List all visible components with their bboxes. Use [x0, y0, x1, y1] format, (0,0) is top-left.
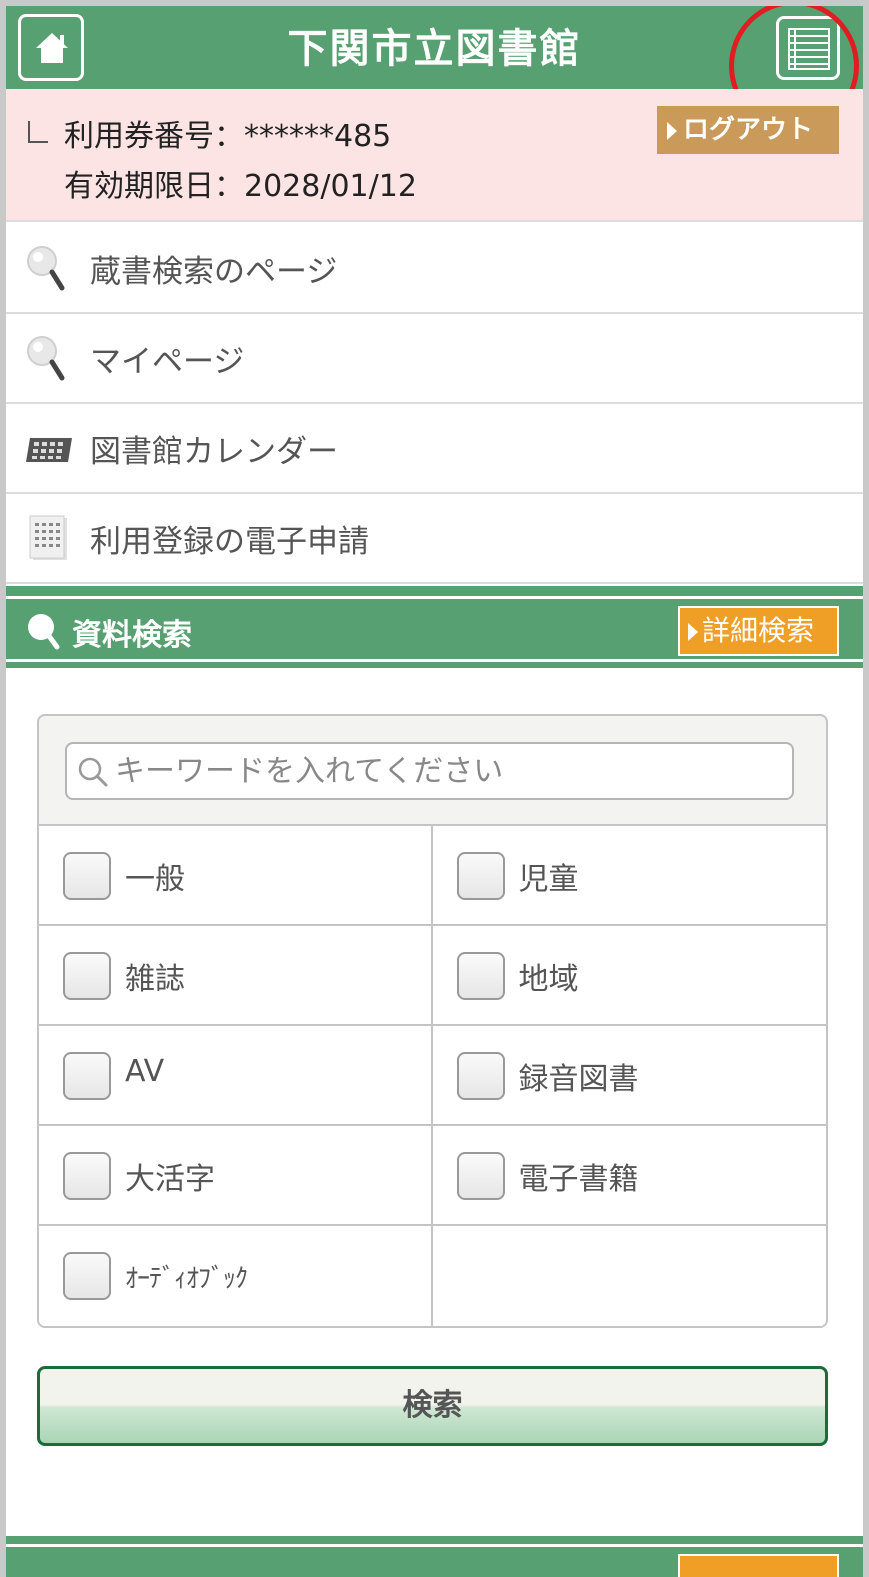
triangle-right-icon	[688, 623, 698, 641]
page-title: 下関市立図書館	[287, 26, 582, 72]
category-magazine[interactable]: 雑誌	[39, 926, 433, 1024]
nav-item-mypage[interactable]: マイページ	[6, 314, 863, 404]
app-frame: 下関市立図書館 利用券番号：******485 有効期限日：2028/01/12…	[6, 6, 863, 1577]
user-info-panel: 利用券番号：******485 有効期限日：2028/01/12 ログアウト	[6, 89, 863, 222]
category-audiobook[interactable]: ｵｰﾃﾞｨｵﾌﾞｯｸ	[39, 1226, 433, 1326]
expiry-date: 有効期限日：2028/01/12	[64, 169, 417, 204]
checkbox[interactable]	[63, 952, 111, 1000]
nav-label: 蔵書検索のページ	[90, 254, 338, 290]
advanced-search-label: 詳細検索	[702, 614, 815, 647]
category-label: 一般	[125, 862, 185, 897]
empty-cell	[433, 1226, 827, 1326]
category-label: 雑誌	[125, 962, 185, 997]
magnifier-icon	[28, 614, 60, 650]
nav-item-calendar[interactable]: 図書館カレンダー	[6, 404, 863, 494]
checkbox[interactable]	[63, 1152, 111, 1200]
category-row: AV 録音図書	[39, 1026, 826, 1126]
nav-item-catalog-search[interactable]: 蔵書検索のページ	[6, 224, 863, 314]
search-form: 一般 児童 雑誌 地域 AV	[37, 714, 828, 1328]
logout-button[interactable]: ログアウト	[657, 106, 839, 154]
checkbox[interactable]	[456, 852, 505, 900]
category-label: AV	[125, 1054, 165, 1089]
checkbox[interactable]	[63, 1052, 111, 1100]
form-icon	[29, 515, 67, 560]
category-av[interactable]: AV	[39, 1026, 433, 1124]
advanced-search-button[interactable]: 詳細検索	[678, 606, 839, 656]
checkbox[interactable]	[63, 852, 111, 900]
category-label: 地域	[518, 962, 579, 997]
checkbox[interactable]	[63, 1252, 111, 1300]
nav-item-e-application[interactable]: 利用登録の電子申請	[6, 494, 863, 584]
corner-mark	[28, 121, 48, 143]
search-submit-button[interactable]: 検索	[37, 1366, 828, 1446]
category-large-print[interactable]: 大活字	[39, 1126, 433, 1224]
magnifier-icon	[27, 336, 65, 381]
menu-button[interactable]	[776, 16, 840, 80]
category-row: 一般 児童	[39, 826, 826, 926]
search-icon	[78, 757, 108, 787]
nav-label: 図書館カレンダー	[90, 434, 338, 470]
section-title: 資料検索	[72, 618, 192, 653]
triangle-right-icon	[667, 121, 677, 140]
magnifier-icon	[27, 246, 65, 291]
category-label: 児童	[518, 862, 579, 897]
card-number: 利用券番号：******485	[64, 119, 392, 154]
category-local[interactable]: 地域	[433, 926, 827, 1024]
category-label: 録音図書	[518, 1062, 639, 1097]
next-section-header	[6, 1536, 863, 1577]
list-menu-icon	[788, 28, 830, 70]
category-grid: 一般 児童 雑誌 地域 AV 録音図書 大活字 電子書籍 ｵｰﾃﾞｨｵﾌﾞｯｸ	[39, 824, 826, 1326]
logout-label: ログアウト	[683, 115, 814, 145]
calendar-icon	[26, 438, 72, 462]
next-section-button[interactable]	[678, 1554, 839, 1577]
category-label: 大活字	[125, 1162, 215, 1197]
category-general[interactable]: 一般	[39, 826, 433, 924]
keyword-field[interactable]	[65, 742, 794, 800]
category-label: ｵｰﾃﾞｨｵﾌﾞｯｸ	[125, 1264, 248, 1294]
app-header: 下関市立図書館	[6, 6, 863, 132]
nav-label: 利用登録の電子申請	[90, 524, 369, 560]
search-section-header: 資料検索 詳細検索	[6, 586, 863, 668]
category-audio-book-recording[interactable]: 録音図書	[433, 1026, 827, 1124]
checkbox[interactable]	[456, 1052, 505, 1100]
nav-label: マイページ	[90, 344, 245, 380]
category-row: 大活字 電子書籍	[39, 1126, 826, 1226]
category-row: 雑誌 地域	[39, 926, 826, 1026]
checkbox[interactable]	[456, 1152, 505, 1200]
category-children[interactable]: 児童	[433, 826, 827, 924]
keyword-input[interactable]	[115, 748, 785, 794]
category-ebook[interactable]: 電子書籍	[433, 1126, 827, 1224]
checkbox[interactable]	[456, 952, 505, 1000]
category-label: 電子書籍	[518, 1162, 639, 1197]
category-row: ｵｰﾃﾞｨｵﾌﾞｯｸ	[39, 1226, 826, 1326]
